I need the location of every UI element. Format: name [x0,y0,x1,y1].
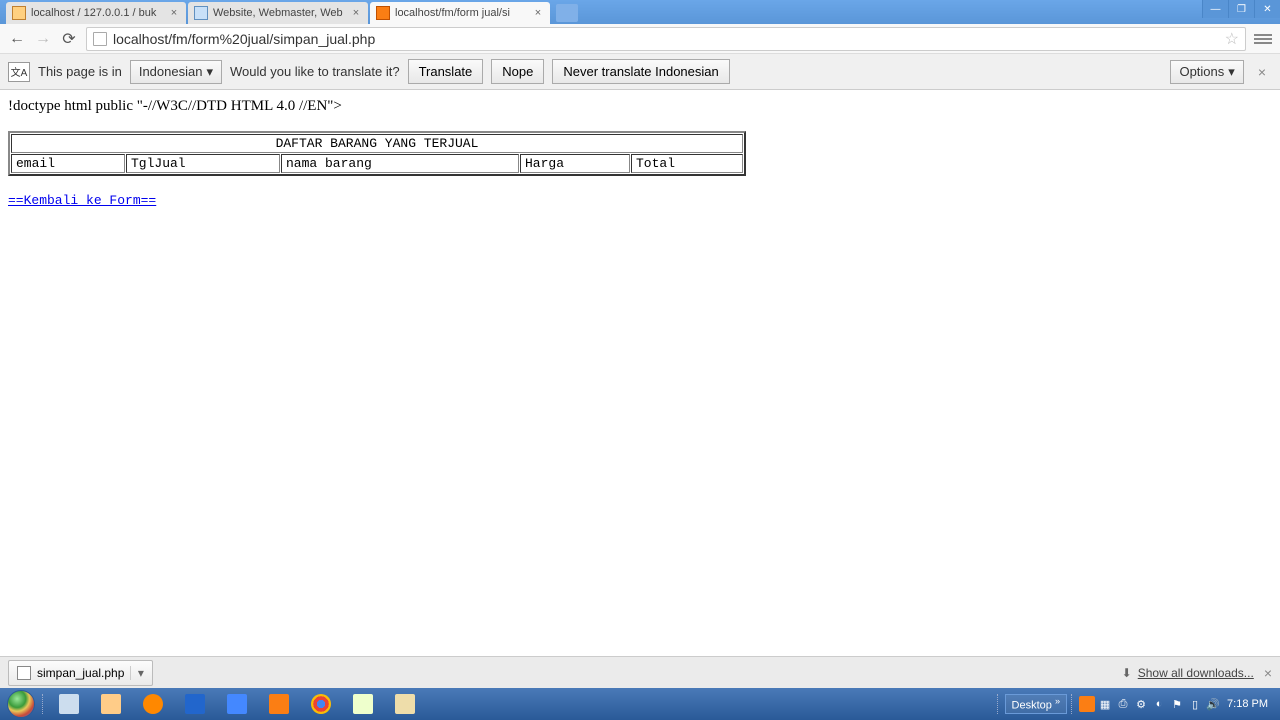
tray-icon[interactable]: ⎙ [1115,696,1131,712]
browser-tab-2[interactable]: Website, Webmaster, Web × [188,2,368,24]
translate-icon: 文A [8,62,30,82]
taskbar-app-4[interactable] [175,690,215,718]
chevron-down-icon: ▾ [1228,64,1235,80]
taskbar-explorer[interactable] [91,690,131,718]
windows-orb-icon [7,690,35,718]
download-filename: simpan_jual.php [37,666,124,680]
col-nama-barang: nama barang [281,154,519,173]
translate-question: Would you like to translate it? [230,64,400,79]
col-harga: Harga [520,154,630,173]
taskbar-divider [997,694,1001,714]
start-button[interactable] [2,688,40,720]
reload-button[interactable]: ⟳ [60,30,78,48]
tray-volume-icon[interactable]: 🔊 [1205,696,1221,712]
taskbar-app-9[interactable] [385,690,425,718]
file-icon [17,666,31,680]
windows-taskbar: Desktop » ▦ ⎙ ⚙ ◐ ⚑ ▯ 🔊 7:18 PM [0,688,1280,720]
page-icon [93,32,107,46]
nope-button[interactable]: Nope [491,59,544,84]
back-button[interactable]: ← [8,30,26,48]
tray-network-icon[interactable]: ▯ [1187,696,1203,712]
sales-table: DAFTAR BARANG YANG TERJUAL email TglJual… [8,131,746,176]
taskbar-app-8[interactable] [343,690,383,718]
url-text: localhost/fm/form%20jual/simpan_jual.php [113,31,1219,47]
language-selector[interactable]: Indonesian ▾ [130,60,222,84]
never-translate-button[interactable]: Never translate Indonesian [552,59,729,84]
close-window-button[interactable]: ✕ [1254,0,1280,18]
site-favicon [194,6,208,20]
table-caption: DAFTAR BARANG YANG TERJUAL [11,134,743,153]
download-item[interactable]: simpan_jual.php ▾ [8,660,153,686]
new-tab-button[interactable] [556,4,578,22]
close-translate-bar[interactable]: × [1252,64,1272,80]
col-email: email [11,154,125,173]
tab-title: Website, Webmaster, Web [213,7,346,19]
minimize-button[interactable]: — [1202,0,1228,18]
tray-icon[interactable]: ◐ [1151,696,1167,712]
taskbar-app-1[interactable] [49,690,89,718]
tray-icon[interactable]: ▦ [1097,696,1113,712]
bookmark-star-icon[interactable]: ☆ [1225,29,1239,49]
taskbar-xampp[interactable] [259,690,299,718]
table-row: email TglJual nama barang Harga Total [11,154,743,173]
browser-tab-1[interactable]: localhost / 127.0.0.1 / buk × [6,2,186,24]
phpmyadmin-favicon [12,6,26,20]
chrome-tab-strip: localhost / 127.0.0.1 / buk × Website, W… [0,0,1280,24]
browser-tab-3[interactable]: localhost/fm/form jual/si × [370,2,550,24]
close-icon[interactable]: × [350,7,362,19]
xampp-favicon [376,6,390,20]
taskbar-media[interactable] [133,690,173,718]
taskbar-clock[interactable]: 7:18 PM [1223,698,1272,710]
taskbar-chrome[interactable] [301,690,341,718]
tray-xampp-icon[interactable] [1079,696,1095,712]
downloads-bar: simpan_jual.php ▾ ⬇ Show all downloads..… [0,656,1280,688]
close-downloads-bar[interactable]: × [1264,665,1272,681]
tray-icon[interactable]: ⚙ [1133,696,1149,712]
taskbar-divider [42,694,46,714]
close-icon[interactable]: × [168,7,180,19]
tray-flag-icon[interactable]: ⚑ [1169,696,1185,712]
taskbar-divider [1071,694,1075,714]
back-to-form-link[interactable]: ==Kembali ke Form== [8,193,156,208]
tab-title: localhost / 127.0.0.1 / buk [31,7,164,19]
maximize-button[interactable]: ❐ [1228,0,1254,18]
tab-title: localhost/fm/form jual/si [395,7,528,19]
col-total: Total [631,154,743,173]
close-icon[interactable]: × [532,7,544,19]
show-desktop-label[interactable]: Desktop » [1005,694,1068,714]
show-all-downloads-link[interactable]: Show all downloads... [1138,666,1254,680]
taskbar-app-5[interactable] [217,690,257,718]
translate-prefix: This page is in [38,64,122,79]
system-tray: Desktop » ▦ ⎙ ⚙ ◐ ⚑ ▯ 🔊 7:18 PM [995,694,1278,714]
address-bar[interactable]: localhost/fm/form%20jual/simpan_jual.php… [86,27,1246,51]
download-arrow-icon: ⬇ [1122,666,1132,680]
chrome-menu-button[interactable] [1254,30,1272,48]
translate-bar: 文A This page is in Indonesian ▾ Would yo… [0,54,1280,90]
window-controls: — ❐ ✕ [1202,0,1280,18]
chevron-down-icon[interactable]: ▾ [130,666,144,680]
browser-toolbar: ← → ⟳ localhost/fm/form%20jual/simpan_ju… [0,24,1280,54]
chevron-down-icon: ▾ [206,64,213,80]
page-content: !doctype html public "-//W3C//DTD HTML 4… [0,90,1280,217]
forward-button[interactable]: → [34,30,52,48]
translate-button[interactable]: Translate [408,59,484,84]
doctype-text: !doctype html public "-//W3C//DTD HTML 4… [8,98,1272,115]
options-button[interactable]: Options ▾ [1170,60,1243,84]
col-tgljual: TglJual [126,154,280,173]
